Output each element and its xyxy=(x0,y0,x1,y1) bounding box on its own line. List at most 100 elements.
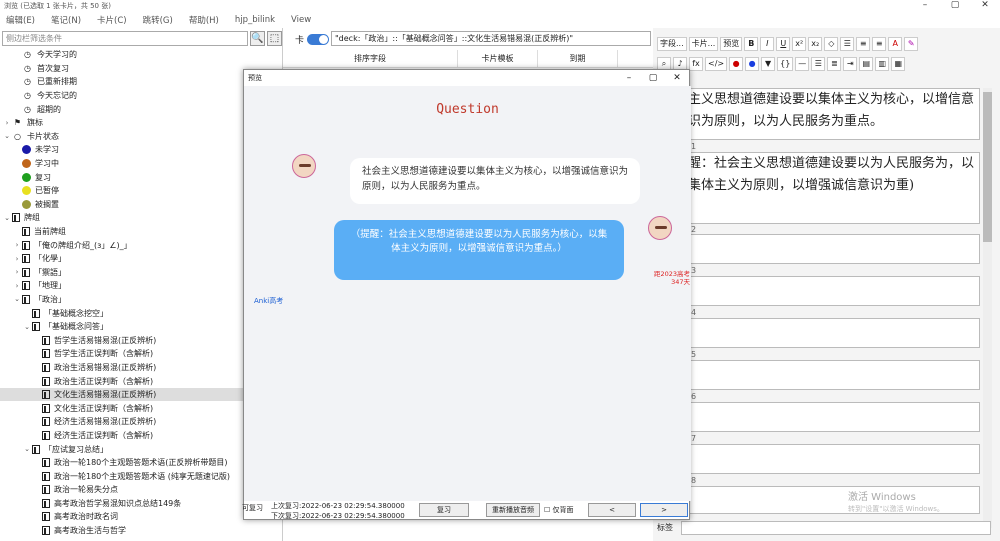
brace-icon[interactable]: {} xyxy=(777,57,794,71)
formula-icon[interactable]: fx xyxy=(689,57,703,71)
chevron-right-icon[interactable]: › xyxy=(2,119,12,127)
sidebar-item[interactable]: 文化生活正误判断（含解析) xyxy=(0,401,283,415)
sidebar-item[interactable]: › ⚑ 旗标 xyxy=(0,116,283,130)
list-icon[interactable]: ☰ xyxy=(840,37,855,51)
sidebar-search-input[interactable]: 侧边栏筛选条件 xyxy=(2,30,248,46)
highlight-icon[interactable]: ✎ xyxy=(904,37,919,51)
cards-button[interactable]: 卡片... xyxy=(688,37,719,51)
underline-icon[interactable]: U xyxy=(776,37,791,51)
sidebar-item[interactable]: 政治生活正误判断（含解析) xyxy=(0,374,283,388)
chevron-down-icon[interactable]: ⌄ xyxy=(12,295,22,303)
menu-note[interactable]: 笔记(N) xyxy=(51,14,81,26)
field-3[interactable] xyxy=(683,276,980,306)
fields-button[interactable]: 字段... xyxy=(657,37,687,51)
sidebar-item[interactable]: › 「地理」 xyxy=(0,279,283,293)
chevron-down-icon[interactable]: ⌄ xyxy=(22,445,32,453)
hr-icon[interactable]: — xyxy=(795,57,810,71)
preview-minimize-button[interactable]: – xyxy=(617,70,641,86)
chevron-down-icon[interactable]: ⌄ xyxy=(22,323,32,331)
sidebar-item[interactable]: 学习中 xyxy=(0,157,283,171)
search-query-input[interactable]: "deck:「政治」::「基础概念问答」::文化生活易错易混(正反辨析)" xyxy=(331,31,651,46)
sidebar-item[interactable]: 政治生活易错易混(正反辨析) xyxy=(0,361,283,375)
preview-maximize-button[interactable]: ▢ xyxy=(641,70,665,86)
align-icon[interactable]: ≡ xyxy=(872,37,887,51)
ul-icon[interactable]: ☰ xyxy=(811,57,826,71)
sidebar-item[interactable]: › 「俺の牌组介绍_(з」∠)_」 xyxy=(0,238,283,252)
sidebar-item[interactable]: 未学习 xyxy=(0,143,283,157)
numbered-list-icon[interactable]: ≡ xyxy=(856,37,871,51)
sidebar-item[interactable]: 复习 xyxy=(0,170,283,184)
chevron-down-icon[interactable]: ⌄ xyxy=(2,214,12,222)
sidebar-item[interactable]: 经济生活易错易混(正反辨析) xyxy=(0,415,283,429)
eraser-icon[interactable]: ◇ xyxy=(824,37,839,51)
sidebar-item[interactable]: 文化生活易错易混(正反辨析) xyxy=(0,387,283,402)
sidebar-item[interactable]: ◷ 今天忘记的 xyxy=(0,89,283,103)
preview-close-button[interactable]: ✕ xyxy=(665,70,689,86)
bold-icon[interactable]: B xyxy=(744,37,759,51)
col-due[interactable]: 到期 xyxy=(538,49,618,68)
sidebar-item[interactable]: 「基础概念挖空」 xyxy=(0,306,283,320)
tags-input[interactable] xyxy=(681,521,991,535)
dropdown-icon[interactable]: ▼ xyxy=(761,57,776,71)
card-note-toggle[interactable] xyxy=(307,33,330,45)
next-card-button[interactable]: > xyxy=(640,503,688,517)
sidebar-item[interactable]: ⌄ 「政治」 xyxy=(0,293,283,307)
sidebar-item[interactable]: ◷ 已重新排期 xyxy=(0,75,283,89)
field-2[interactable] xyxy=(683,234,980,264)
field-6[interactable] xyxy=(683,402,980,432)
prev-card-button[interactable]: < xyxy=(588,503,636,517)
color-blue-icon[interactable]: ● xyxy=(745,57,760,71)
sidebar-item[interactable]: 当前牌组 xyxy=(0,225,283,239)
anki-link[interactable]: Anki高考 xyxy=(254,297,283,305)
sidebar-item[interactable]: › 「化學」 xyxy=(0,252,283,266)
align-center-icon[interactable]: ▥ xyxy=(875,57,890,71)
sidebar-item[interactable]: ◷ 今天学习的 xyxy=(0,48,283,62)
menu-bilink[interactable]: hjp_bilink xyxy=(235,15,275,25)
subscript-icon[interactable]: x₂ xyxy=(808,37,823,51)
sidebar-item[interactable]: › 「禦語」 xyxy=(0,266,283,280)
chevron-right-icon[interactable]: › xyxy=(12,282,22,290)
review-button[interactable]: 复习 xyxy=(419,503,469,517)
ol-icon[interactable]: ≣ xyxy=(827,57,842,71)
menu-view[interactable]: View xyxy=(291,15,311,25)
maximize-button[interactable]: ▢ xyxy=(940,0,970,10)
col-sort-field[interactable]: 排序字段 xyxy=(283,49,458,68)
select-mode-icon[interactable]: ⬚ xyxy=(267,30,282,46)
sidebar-item[interactable]: 高考政治哲学易混知识点总结149条 xyxy=(0,497,283,511)
field-7[interactable] xyxy=(683,444,980,474)
text-color-icon[interactable]: A xyxy=(888,37,903,51)
sidebar-item[interactable]: 政治一轮180个主观题答题术语(正反辨析带题目) xyxy=(0,456,283,470)
superscript-icon[interactable]: x² xyxy=(792,37,807,51)
sidebar-item[interactable]: ⌄ ○ 卡片状态 xyxy=(0,130,283,144)
align-right-icon[interactable]: ▦ xyxy=(891,57,906,71)
italic-icon[interactable]: I xyxy=(760,37,775,51)
align-left-icon[interactable]: ▤ xyxy=(859,57,874,71)
html-icon[interactable]: </> xyxy=(705,57,728,71)
sidebar-item[interactable]: 被搁置 xyxy=(0,198,283,212)
col-card-template[interactable]: 卡片模板 xyxy=(458,49,538,68)
search-icon[interactable]: 🔍 xyxy=(250,30,265,46)
editor-scrollbar[interactable] xyxy=(983,88,992,528)
chevron-down-icon[interactable]: ⌄ xyxy=(2,132,12,140)
chevron-right-icon[interactable]: › xyxy=(12,255,22,263)
sidebar-item[interactable]: 哲学生活正误判断（含解析) xyxy=(0,347,283,361)
preview-button[interactable]: 预览 xyxy=(720,37,743,51)
sidebar-item[interactable]: ◷ 超期的 xyxy=(0,102,283,116)
chevron-right-icon[interactable]: › xyxy=(12,241,22,249)
field-back[interactable]: 醒：社会主义思想道德建设要以为人民服务为，以集体主义为原则，以增强诚信意识为重) xyxy=(683,152,980,224)
sidebar-item[interactable]: 哲学生活易错易混(正反辨析) xyxy=(0,333,283,347)
sidebar-item[interactable]: 经济生活正误判断（含解析) xyxy=(0,429,283,443)
sidebar-item[interactable]: 高考政治时政名词 xyxy=(0,510,283,524)
menu-goto[interactable]: 跳转(G) xyxy=(143,14,173,26)
sidebar-item[interactable]: 高考政治生活与哲学 xyxy=(0,524,283,538)
close-button[interactable]: ✕ xyxy=(970,0,1000,10)
menu-help[interactable]: 帮助(H) xyxy=(189,14,219,26)
minimize-button[interactable]: – xyxy=(910,0,940,10)
chevron-right-icon[interactable]: › xyxy=(12,268,22,276)
sidebar-item[interactable]: ⌄ 「应试复习总结」 xyxy=(0,442,283,456)
menu-card[interactable]: 卡片(C) xyxy=(97,14,127,26)
replay-audio-button[interactable]: 重新播放音频 xyxy=(486,503,540,517)
sidebar-item[interactable]: 政治一轮易失分点 xyxy=(0,483,283,497)
back-only-checkbox[interactable]: ☐ 仅背面 xyxy=(544,505,574,515)
sidebar-item[interactable]: ⌄ 牌组 xyxy=(0,211,283,225)
